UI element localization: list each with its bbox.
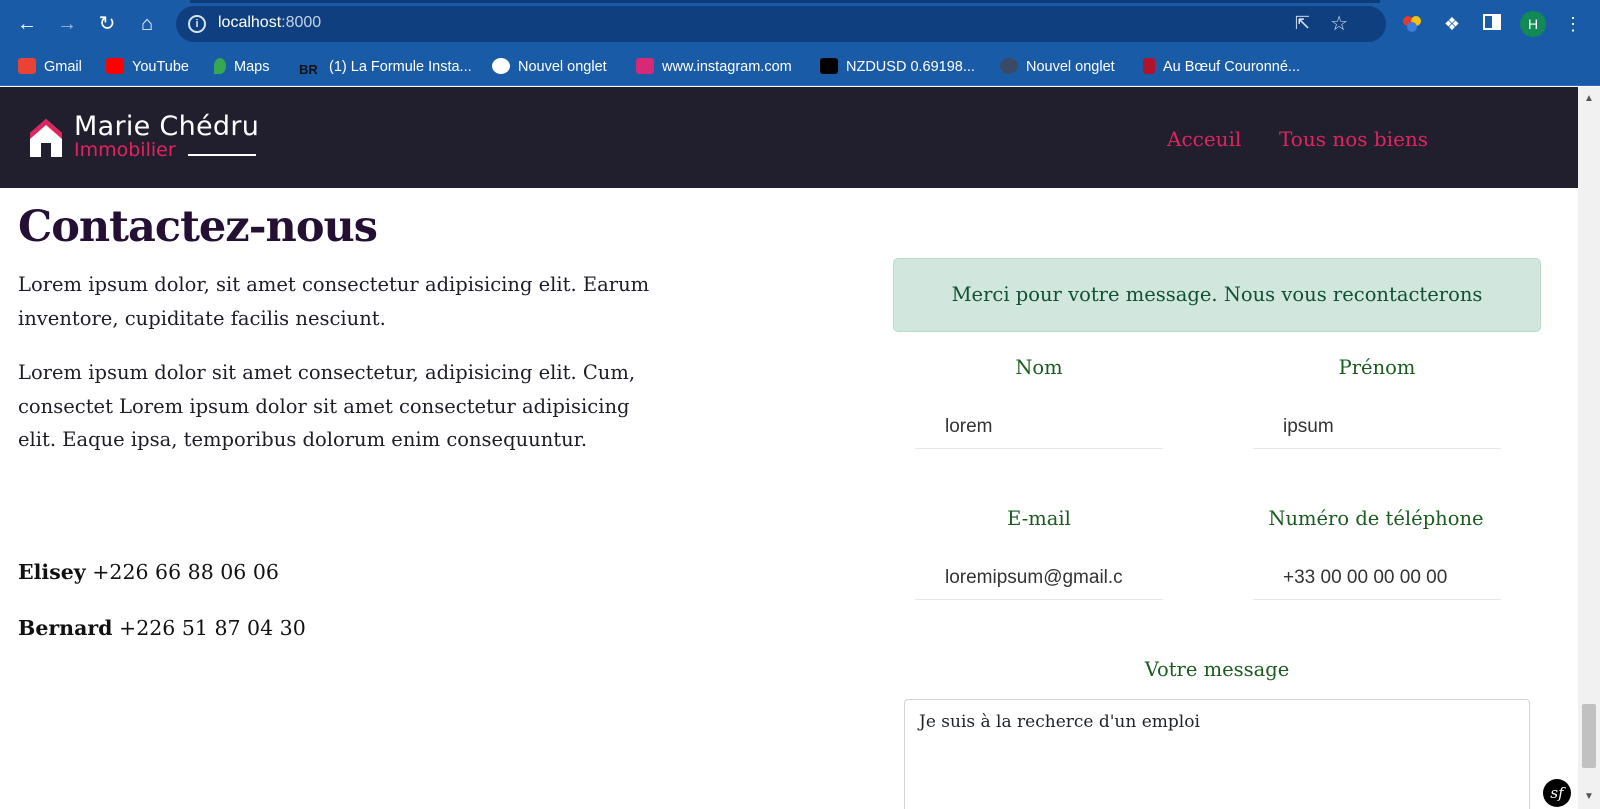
page-scrollbar[interactable]: ▲ ▼	[1578, 87, 1600, 809]
contact-phone: +226 66 88 06 06	[92, 560, 279, 584]
share-icon[interactable]: ⇱	[1295, 13, 1310, 34]
address-bar[interactable]: i localhost:8000 ⇱ ☆	[176, 6, 1386, 42]
scroll-thumb[interactable]	[1582, 704, 1596, 768]
bookmark-label: Au Bœuf Couronné...	[1163, 59, 1301, 75]
intro-paragraph: Lorem ipsum dolor, sit amet consectetur …	[18, 273, 650, 330]
site-info-icon[interactable]: i	[188, 15, 206, 33]
logo-underline	[188, 154, 256, 156]
nav-link-accueil[interactable]: Acceuil	[1167, 127, 1241, 151]
address-url[interactable]: localhost:8000	[218, 14, 321, 32]
bull-icon	[1143, 58, 1155, 74]
nom-input[interactable]	[915, 405, 1163, 449]
bookmark-label: YouTube	[132, 59, 189, 75]
logo-subtitle: Immobilier	[74, 139, 176, 161]
email-label: E-mail	[1007, 507, 1071, 530]
telephone-label: Numéro de téléphone	[1268, 507, 1484, 530]
description-paragraph: Lorem ipsum dolor sit amet consectetur, …	[18, 361, 636, 451]
nav-link-tous-nos-biens[interactable]: Tous nos biens	[1279, 127, 1428, 151]
logo-name[interactable]: Marie Chédru	[74, 111, 259, 142]
symfony-toolbar-icon[interactable]: sf	[1543, 779, 1571, 807]
forward-arrow-icon[interactable]: →	[53, 10, 81, 38]
contact-name: Bernard	[18, 616, 113, 640]
success-alert: Merci pour votre message. Nous vous reco…	[893, 258, 1541, 332]
bookmark-gmail[interactable]: Gmail	[18, 56, 82, 78]
contact-phone: +226 51 87 04 30	[119, 616, 306, 640]
bookmark-nouvel-onglet-2[interactable]: Nouvel onglet	[1000, 56, 1115, 78]
bookmark-nouvel-onglet-1[interactable]: Nouvel onglet	[492, 56, 607, 78]
bookmark-label: (1) La Formule Insta...	[329, 59, 472, 75]
youtube-icon	[106, 58, 124, 74]
email-input[interactable]	[915, 556, 1163, 600]
bookmark-label: Nouvel onglet	[518, 59, 607, 75]
browser-toolbar: ← → ↻ ⌂ i localhost:8000 ⇱ ☆ ❖ H ⋮	[0, 0, 1600, 48]
tradingview-icon	[820, 58, 838, 74]
bookmark-boeuf-couronne[interactable]: Au Bœuf Couronné...	[1143, 56, 1300, 78]
prenom-input[interactable]	[1253, 405, 1501, 449]
bookmark-star-icon[interactable]: ☆	[1330, 11, 1348, 36]
page-icon	[1000, 58, 1018, 74]
site-header: Marie Chédru Immobilier Acceuil Tous nos…	[0, 87, 1578, 188]
contact-bernard: Bernard +226 51 87 04 30	[18, 616, 306, 640]
profile-avatar[interactable]: H	[1520, 11, 1546, 37]
url-host: localhost	[218, 14, 282, 31]
back-arrow-icon[interactable]: ←	[13, 10, 41, 38]
bookmarks-bar: Gmail YouTube Maps BR (1) La Formule Inst…	[0, 48, 1600, 86]
message-label: Votre message	[1144, 658, 1290, 681]
bookmark-label: Maps	[234, 59, 270, 75]
extension-color-icon[interactable]	[1400, 12, 1424, 36]
bookmark-youtube[interactable]: YouTube	[106, 56, 189, 78]
bookmark-nzdusd[interactable]: NZDUSD 0.69198...	[820, 56, 975, 78]
bookmark-label: NZDUSD 0.69198...	[846, 59, 975, 75]
telephone-input[interactable]	[1253, 556, 1501, 600]
message-textarea[interactable]: Je suis à la recherce d'un emploi	[904, 699, 1530, 809]
side-panel-icon[interactable]	[1480, 12, 1504, 36]
scroll-up-icon[interactable]: ▲	[1584, 93, 1594, 104]
url-port: :8000	[281, 14, 322, 31]
house-logo-icon[interactable]	[28, 117, 64, 157]
page-title: Contactez-nous	[18, 202, 378, 252]
active-tab-edge	[190, 0, 1380, 3]
instagram-icon	[636, 58, 654, 74]
bookmark-instagram[interactable]: www.instagram.com	[636, 56, 792, 78]
contact-name: Elisey	[18, 560, 86, 584]
gmail-icon	[18, 58, 36, 74]
br-icon: BR	[299, 62, 318, 77]
nom-label: Nom	[1015, 356, 1063, 379]
bookmark-label: Gmail	[44, 59, 82, 75]
contact-elisey: Elisey +226 66 88 06 06	[18, 560, 279, 584]
reload-icon[interactable]: ↻	[93, 10, 121, 38]
globe-icon	[492, 58, 510, 74]
bookmark-maps[interactable]: Maps	[214, 56, 269, 78]
bookmark-la-formule[interactable]: BR (1) La Formule Insta...	[299, 56, 472, 78]
maps-icon	[214, 58, 226, 74]
extensions-puzzle-icon[interactable]: ❖	[1440, 12, 1464, 36]
prenom-label: Prénom	[1338, 356, 1416, 379]
menu-kebab-icon[interactable]: ⋮	[1561, 12, 1585, 36]
bookmark-label: Nouvel onglet	[1026, 59, 1115, 75]
scroll-down-icon[interactable]: ▼	[1584, 791, 1594, 802]
home-icon[interactable]: ⌂	[133, 10, 161, 38]
bookmark-label: www.instagram.com	[662, 59, 792, 75]
